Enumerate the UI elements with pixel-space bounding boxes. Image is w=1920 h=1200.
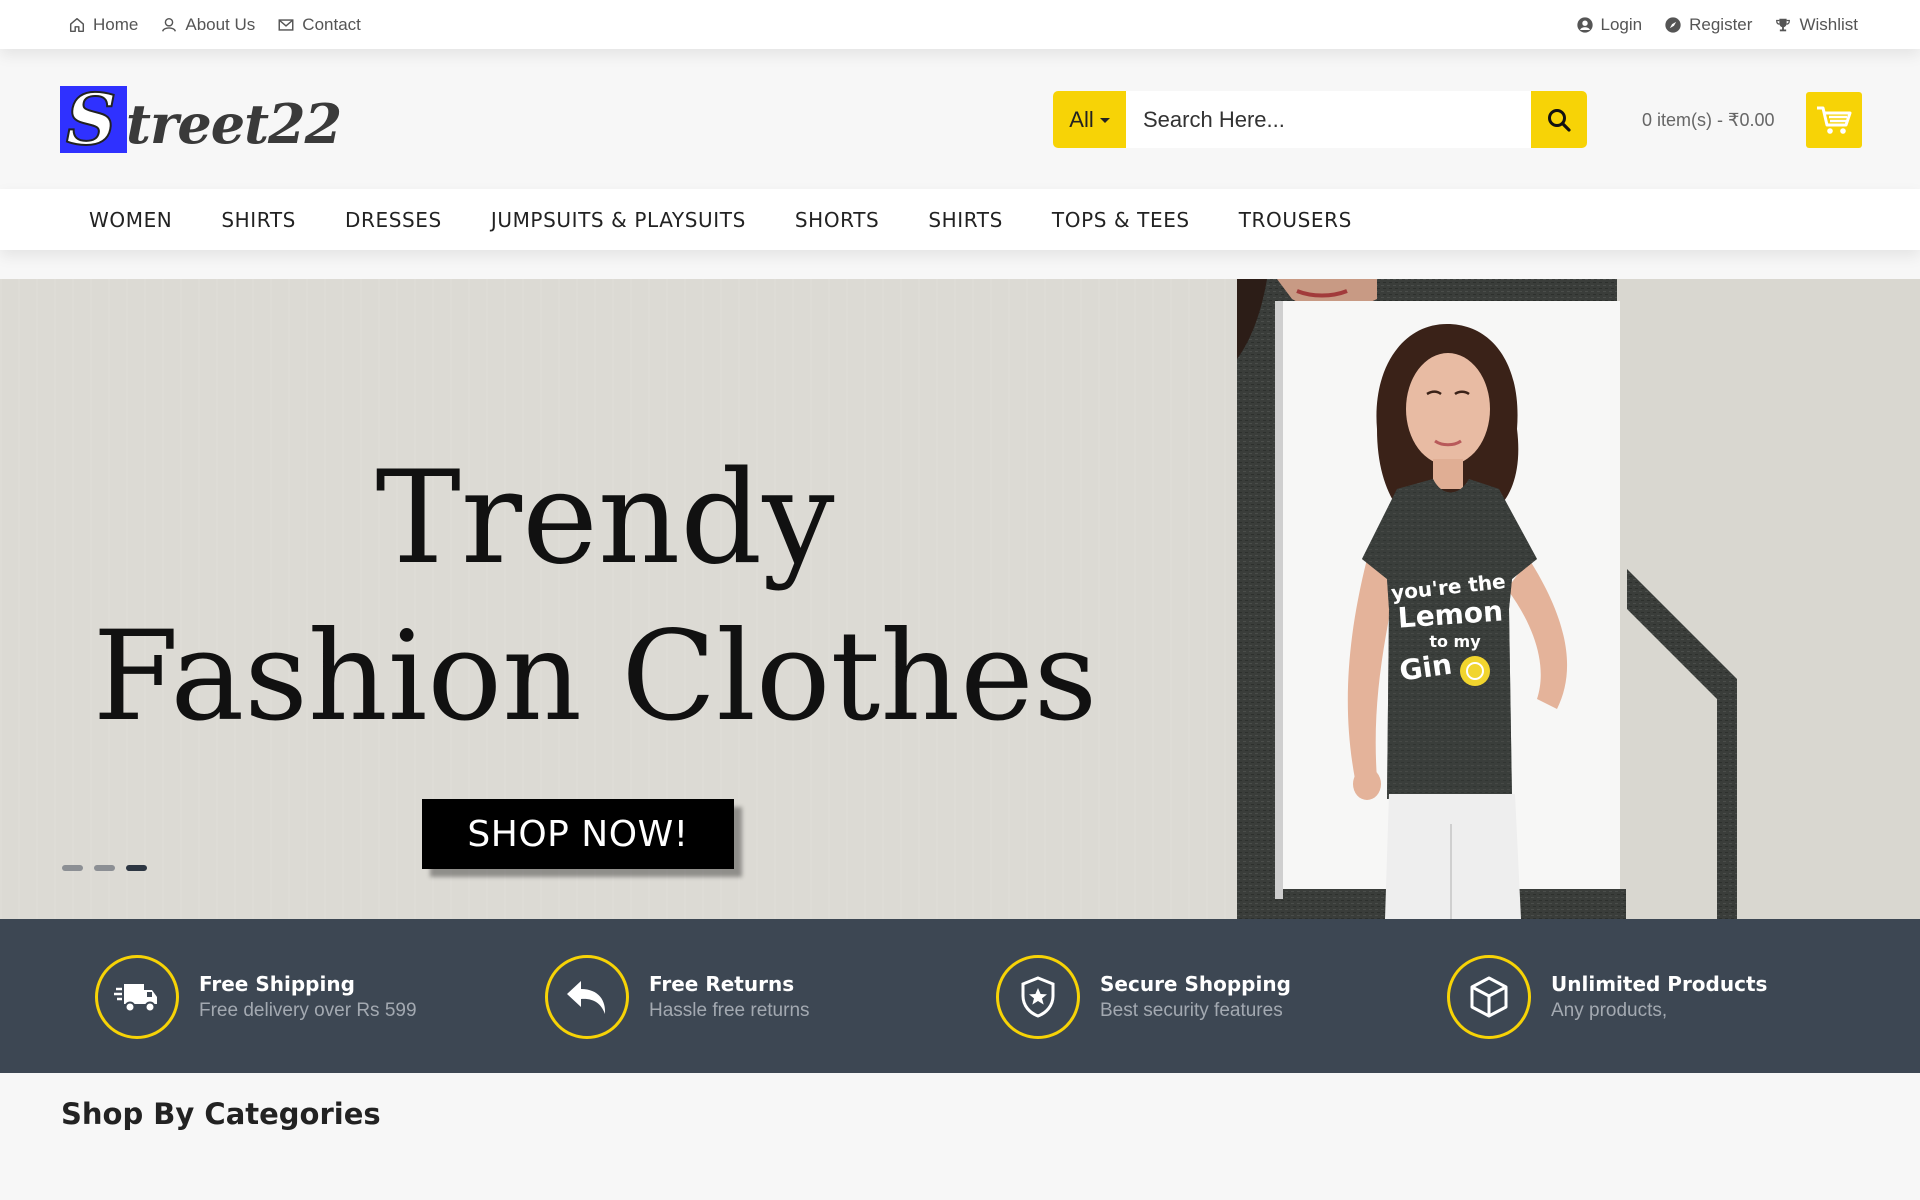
cart-summary[interactable]: 0 item(s) - ₹0.00 <box>1642 110 1775 131</box>
home-link-label: Home <box>93 14 139 34</box>
search-input[interactable] <box>1126 91 1531 148</box>
category-nav: WOMEN SHIRTS DRESSES JUMPSUITS & PLAYSUI… <box>0 189 1920 250</box>
nav-item-shorts[interactable]: SHORTS <box>795 208 879 232</box>
return-arrow-icon <box>567 981 606 1014</box>
about-us-link-label: About Us <box>185 14 256 34</box>
logo-wordmark: treet22 <box>126 92 342 156</box>
truck-icon <box>114 984 157 1013</box>
hero-model-image: you're the Lemon to my Gin <box>1237 279 1920 919</box>
home-icon <box>69 17 85 32</box>
hero-headline-line2: Fashion Clothes <box>92 605 1098 749</box>
top-utility-bar: Home About Us Contact Login Register Wis… <box>0 0 1920 49</box>
shop-now-button[interactable]: SHOP NOW! <box>422 799 734 869</box>
nav-item-jumpsuits-playsuits[interactable]: JUMPSUITS & PLAYSUITS <box>491 208 746 232</box>
hero-headline-line1: Trendy <box>375 444 835 593</box>
nav-item-women[interactable]: WOMEN <box>89 208 172 232</box>
search-button[interactable] <box>1531 91 1587 148</box>
nav-item-trousers[interactable]: TROUSERS <box>1239 208 1352 232</box>
slide-dot-3[interactable] <box>126 865 147 871</box>
search-icon <box>1548 108 1571 132</box>
feature-subtitle: Any products, <box>1551 1000 1668 1021</box>
cart-icon <box>1817 106 1852 134</box>
hero-banner: Trendy Fashion Clothes SHOP NOW! you're … <box>0 279 1920 919</box>
site-logo[interactable]: S treet22 <box>60 79 350 166</box>
feature-unlimited-products: Unlimited Products Any products, <box>1447 955 1767 1039</box>
feature-title: Free Shipping <box>199 972 355 996</box>
feature-free-returns: Free Returns Hassle free returns <box>545 955 810 1039</box>
nav-item-shirts-2[interactable]: SHIRTS <box>928 208 1003 232</box>
mail-icon <box>278 18 294 31</box>
feature-icon-circle <box>996 955 1080 1039</box>
features-band: Free Shipping Free delivery over Rs 599 … <box>0 919 1920 1073</box>
logo-initial: S <box>65 78 118 161</box>
caret-down-icon <box>1099 118 1110 123</box>
nav-item-tops-tees[interactable]: TOPS & TEES <box>1052 208 1190 232</box>
feature-icon-circle <box>545 955 629 1039</box>
shirt-text-line3: to my <box>1429 632 1481 651</box>
site-header: S treet22 All 0 item(s) - ₹0.00 <box>0 49 1920 189</box>
cart-button[interactable] <box>1806 92 1862 148</box>
login-link-label: Login <box>1600 14 1643 34</box>
contact-link-label: Contact <box>302 14 361 34</box>
about-us-link[interactable]: About Us <box>160 15 255 35</box>
user-icon <box>162 17 177 32</box>
feature-title: Secure Shopping <box>1100 972 1291 996</box>
feature-title: Unlimited Products <box>1551 972 1768 996</box>
feature-subtitle: Hassle free returns <box>649 1000 810 1021</box>
feature-title: Free Returns <box>649 972 795 996</box>
register-link[interactable]: Register <box>1664 15 1752 35</box>
wishlist-link[interactable]: Wishlist <box>1774 15 1858 35</box>
search-bar: All <box>1053 91 1587 148</box>
nav-item-dresses[interactable]: DRESSES <box>345 208 442 232</box>
section-title: Shop By Categories <box>61 1097 381 1131</box>
feature-subtitle: Best security features <box>1100 1000 1283 1021</box>
trophy-icon <box>1776 18 1791 31</box>
feature-free-shipping: Free Shipping Free delivery over Rs 599 <box>95 955 417 1039</box>
box-icon <box>1470 976 1508 1018</box>
wishlist-link-label: Wishlist <box>1799 14 1858 34</box>
search-category-dropdown[interactable]: All <box>1053 91 1126 148</box>
compass-icon <box>1665 16 1681 33</box>
shield-icon <box>1021 976 1055 1018</box>
search-category-label: All <box>1069 106 1094 132</box>
feature-secure-shopping: Secure Shopping Best security features <box>996 955 1291 1039</box>
slide-dot-2[interactable] <box>94 865 115 871</box>
slide-dot-1[interactable] <box>62 865 83 871</box>
register-link-label: Register <box>1689 14 1753 34</box>
topbar-right-links: Login Register Wishlist <box>1576 0 1858 49</box>
feature-icon-circle <box>95 955 179 1039</box>
nav-item-shirts[interactable]: SHIRTS <box>221 208 296 232</box>
feature-subtitle: Free delivery over Rs 599 <box>199 1000 417 1021</box>
user-circle-icon <box>1576 16 1593 33</box>
contact-link[interactable]: Contact <box>277 15 361 35</box>
topbar-left-links: Home About Us Contact <box>68 0 361 49</box>
slider-dots <box>62 865 147 871</box>
home-link[interactable]: Home <box>68 15 138 35</box>
feature-icon-circle <box>1447 955 1531 1039</box>
login-link[interactable]: Login <box>1576 14 1643 35</box>
